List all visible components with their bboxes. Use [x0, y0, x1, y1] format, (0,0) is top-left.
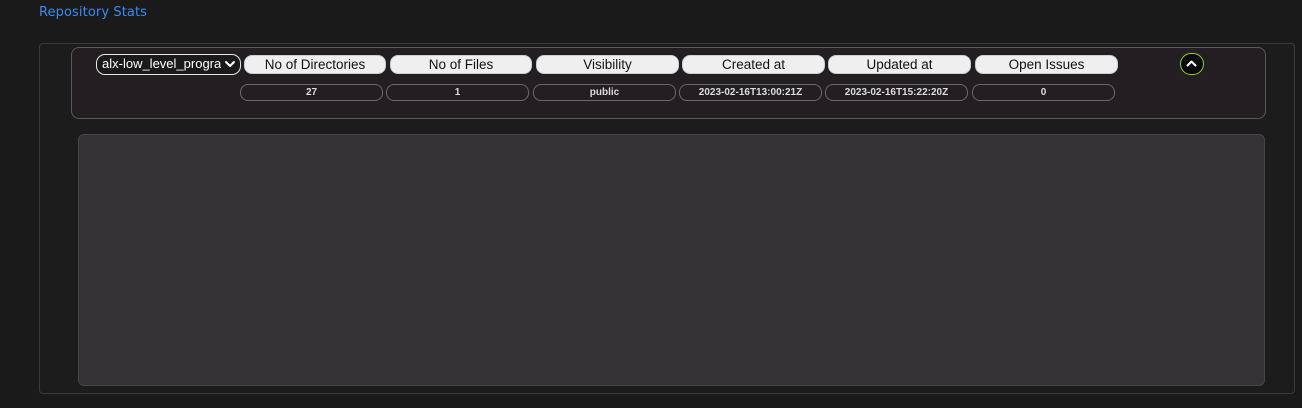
header-updated-at: Updated at — [828, 55, 971, 74]
value-updated-at: 2023-02-16T15:22:20Z — [825, 84, 968, 101]
value-created-at: 2023-02-16T13:00:21Z — [679, 84, 822, 101]
value-no-of-directories: 27 — [240, 84, 383, 101]
value-no-of-files: 1 — [386, 84, 529, 101]
chevron-up-icon — [1186, 60, 1197, 67]
header-no-of-directories: No of Directories — [244, 55, 386, 74]
value-visibility: public — [533, 84, 676, 101]
header-created-at: Created at — [682, 55, 825, 74]
repo-select-value: alx-low_level_programming — [102, 56, 221, 71]
repo-details-panel — [78, 134, 1265, 386]
header-no-of-files: No of Files — [390, 55, 532, 74]
collapse-button[interactable] — [1180, 53, 1204, 75]
header-open-issues: Open Issues — [975, 55, 1118, 74]
repository-stats-page: Repository Stats alx-low_level_programmi… — [0, 0, 1302, 408]
value-open-issues: 0 — [972, 84, 1115, 101]
header-visibility: Visibility — [536, 55, 679, 74]
section-title: Repository Stats — [39, 5, 148, 20]
chevron-down-icon — [224, 55, 236, 73]
repo-select-dropdown[interactable]: alx-low_level_programming — [96, 54, 241, 75]
